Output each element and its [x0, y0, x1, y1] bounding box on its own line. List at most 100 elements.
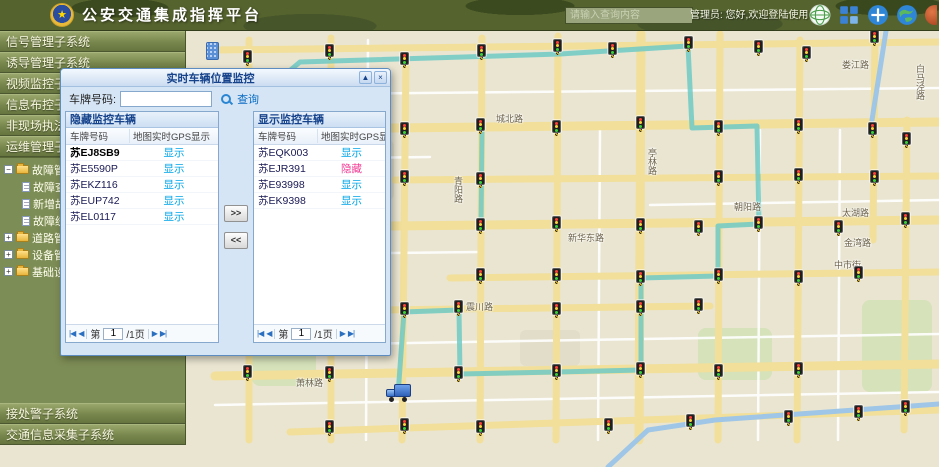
sidebar-item[interactable]: 交通信息采集子系统 — [0, 424, 185, 445]
traffic-signal-icon[interactable] — [551, 268, 562, 284]
traffic-signal-icon[interactable] — [853, 405, 864, 421]
earth-icon[interactable] — [896, 4, 918, 26]
traffic-signal-icon[interactable] — [753, 40, 764, 56]
gps-display-toggle[interactable]: 显示 — [318, 145, 385, 160]
traffic-signal-icon[interactable] — [607, 42, 618, 58]
traffic-signal-icon[interactable] — [693, 220, 704, 236]
traffic-signal-icon[interactable] — [713, 120, 724, 136]
globe-icon[interactable] — [809, 4, 831, 26]
traffic-signal-icon[interactable] — [801, 46, 812, 62]
traffic-signal-icon[interactable] — [713, 364, 724, 380]
traffic-signal-icon[interactable] — [551, 120, 562, 136]
vehicle-marker[interactable] — [386, 384, 412, 402]
traffic-signal-icon[interactable] — [635, 300, 646, 316]
traffic-signal-icon[interactable] — [399, 418, 410, 434]
traffic-signal-icon[interactable] — [635, 270, 646, 286]
partial-icon[interactable] — [925, 4, 937, 26]
vehicle-row[interactable]: 苏EL0117显示 — [66, 209, 218, 225]
close-icon[interactable]: × — [374, 71, 387, 84]
traffic-signal-icon[interactable] — [869, 31, 880, 46]
traffic-signal-icon[interactable] — [685, 414, 696, 430]
next-page-button[interactable]: ▶ — [340, 329, 345, 338]
traffic-signal-icon[interactable] — [399, 122, 410, 138]
vehicle-row[interactable]: 苏EK9398显示 — [254, 193, 385, 209]
traffic-signal-icon[interactable] — [324, 44, 335, 60]
traffic-signal-icon[interactable] — [713, 170, 724, 186]
traffic-signal-icon[interactable] — [475, 172, 486, 188]
gps-display-toggle[interactable]: 显示 — [130, 177, 218, 192]
vehicle-row[interactable]: 苏E5590P显示 — [66, 161, 218, 177]
gps-display-toggle[interactable]: 显示 — [130, 193, 218, 208]
gps-display-toggle[interactable]: 显示 — [130, 145, 218, 160]
last-page-button[interactable]: ▶| — [160, 329, 166, 338]
zoom-in-icon[interactable] — [867, 4, 889, 26]
traffic-signal-icon[interactable] — [551, 302, 562, 318]
traffic-signal-icon[interactable] — [476, 44, 487, 60]
last-page-button[interactable]: ▶| — [348, 329, 354, 338]
traffic-signal-icon[interactable] — [475, 118, 486, 134]
gps-display-toggle[interactable]: 显示 — [318, 193, 385, 208]
sidebar-item[interactable]: 信号管理子系统 — [0, 31, 185, 52]
vehicle-row[interactable]: 苏E93998显示 — [254, 177, 385, 193]
traffic-signal-icon[interactable] — [551, 364, 562, 380]
vehicle-row[interactable]: 苏EJ8SB9显示 — [66, 145, 218, 161]
traffic-signal-icon[interactable] — [552, 39, 563, 55]
traffic-signal-icon[interactable] — [603, 418, 614, 434]
next-page-button[interactable]: ▶ — [152, 329, 157, 338]
traffic-signal-icon[interactable] — [453, 366, 464, 382]
traffic-signal-icon[interactable] — [753, 216, 764, 232]
collapse-box-icon[interactable]: − — [4, 165, 13, 174]
collapse-button[interactable]: ▲ — [359, 71, 372, 84]
traffic-signal-icon[interactable] — [853, 266, 864, 282]
traffic-signal-icon[interactable] — [324, 420, 335, 436]
traffic-signal-icon[interactable] — [867, 122, 878, 138]
traffic-signal-icon[interactable] — [793, 168, 804, 184]
traffic-signal-icon[interactable] — [242, 50, 253, 66]
header-search-input[interactable] — [565, 7, 693, 24]
first-page-button[interactable]: |◀ — [69, 329, 75, 338]
traffic-signal-icon[interactable] — [399, 170, 410, 186]
dialog-titlebar[interactable]: 实时车辆位置监控 ▲ × — [61, 69, 390, 87]
panel-collapse-handle[interactable] — [206, 42, 219, 60]
vehicle-row[interactable]: 苏EQK003显示 — [254, 145, 385, 161]
traffic-signal-icon[interactable] — [635, 218, 646, 234]
page-input[interactable] — [291, 328, 311, 340]
move-to-hide-button[interactable]: << — [224, 232, 248, 249]
prev-page-button[interactable]: ◀ — [266, 329, 271, 338]
page-input[interactable] — [103, 328, 123, 340]
traffic-signal-icon[interactable] — [793, 118, 804, 134]
traffic-signal-icon[interactable] — [900, 212, 911, 228]
gps-display-toggle[interactable]: 显示 — [130, 161, 218, 176]
traffic-signal-icon[interactable] — [833, 220, 844, 236]
vehicle-row[interactable]: 苏EKZ116显示 — [66, 177, 218, 193]
traffic-signal-icon[interactable] — [635, 362, 646, 378]
gps-display-toggle[interactable]: 隐藏 — [318, 161, 385, 176]
traffic-signal-icon[interactable] — [793, 362, 804, 378]
traffic-signal-icon[interactable] — [635, 116, 646, 132]
sidebar-item[interactable]: 接处警子系统 — [0, 403, 185, 424]
traffic-signal-icon[interactable] — [900, 400, 911, 416]
traffic-signal-icon[interactable] — [713, 268, 724, 284]
traffic-signal-icon[interactable] — [453, 300, 464, 316]
vehicle-row[interactable]: 苏EJR391隐藏 — [254, 161, 385, 177]
traffic-signal-icon[interactable] — [475, 218, 486, 234]
gps-display-toggle[interactable]: 显示 — [130, 209, 218, 224]
traffic-signal-icon[interactable] — [475, 420, 486, 436]
traffic-signal-icon[interactable] — [783, 410, 794, 426]
traffic-signal-icon[interactable] — [242, 365, 253, 381]
traffic-signal-icon[interactable] — [475, 268, 486, 284]
apps-grid-icon[interactable] — [838, 4, 860, 26]
search-icon[interactable] — [220, 93, 233, 106]
traffic-signal-icon[interactable] — [693, 298, 704, 314]
gps-display-toggle[interactable]: 显示 — [318, 177, 385, 192]
expand-box-icon[interactable]: + — [4, 233, 13, 242]
traffic-signal-icon[interactable] — [399, 302, 410, 318]
expand-box-icon[interactable]: + — [4, 250, 13, 259]
traffic-signal-icon[interactable] — [324, 366, 335, 382]
vehicle-row[interactable]: 苏EUP742显示 — [66, 193, 218, 209]
prev-page-button[interactable]: ◀ — [78, 329, 83, 338]
traffic-signal-icon[interactable] — [869, 170, 880, 186]
traffic-signal-icon[interactable] — [901, 132, 912, 148]
first-page-button[interactable]: |◀ — [257, 329, 263, 338]
query-button[interactable]: 查询 — [237, 91, 259, 107]
